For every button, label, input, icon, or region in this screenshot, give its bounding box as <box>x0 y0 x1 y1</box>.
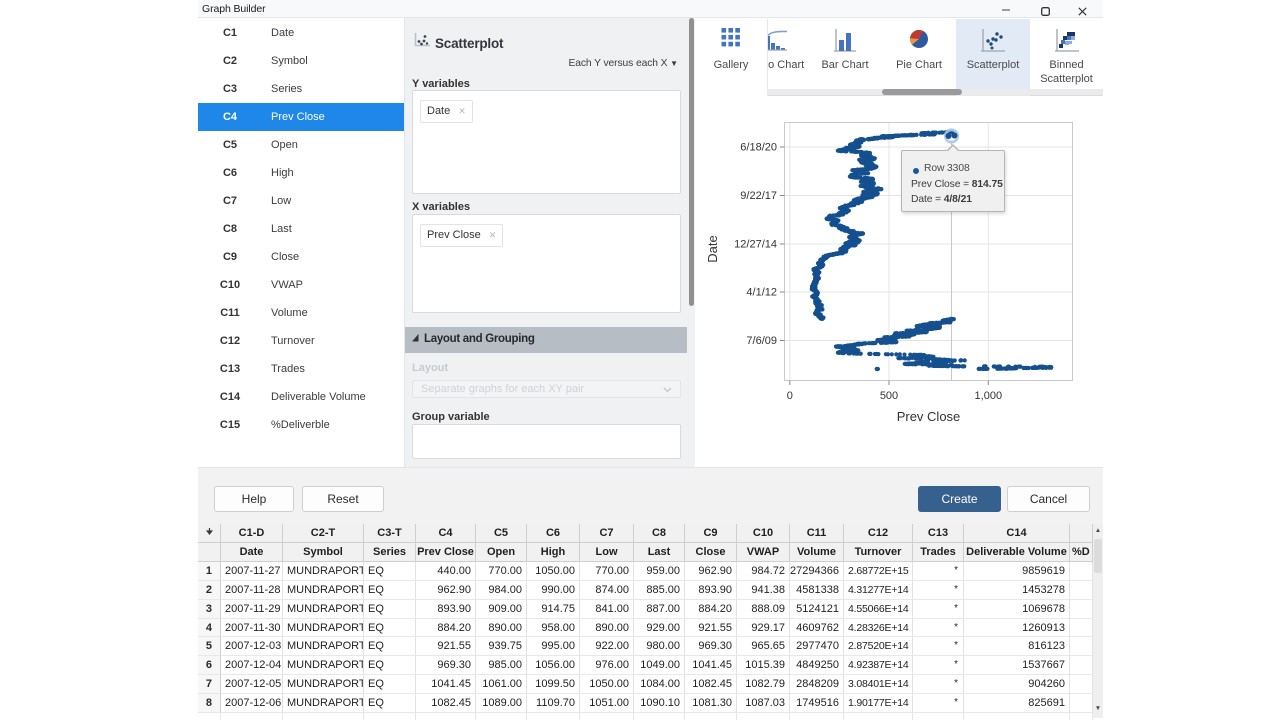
svg-text:Date: Date <box>705 235 720 262</box>
svg-text:500: 500 <box>880 390 898 402</box>
svg-text:Prev Close: Prev Close <box>897 409 961 424</box>
svg-text:6/18/20: 6/18/20 <box>740 142 777 154</box>
svg-text:1,000: 1,000 <box>975 390 1003 402</box>
svg-text:7/6/09: 7/6/09 <box>746 335 777 347</box>
svg-text:12/27/14: 12/27/14 <box>734 239 777 251</box>
svg-text:0: 0 <box>787 390 793 402</box>
svg-text:9/22/17: 9/22/17 <box>740 190 777 202</box>
svg-text:4/1/12: 4/1/12 <box>746 287 777 299</box>
